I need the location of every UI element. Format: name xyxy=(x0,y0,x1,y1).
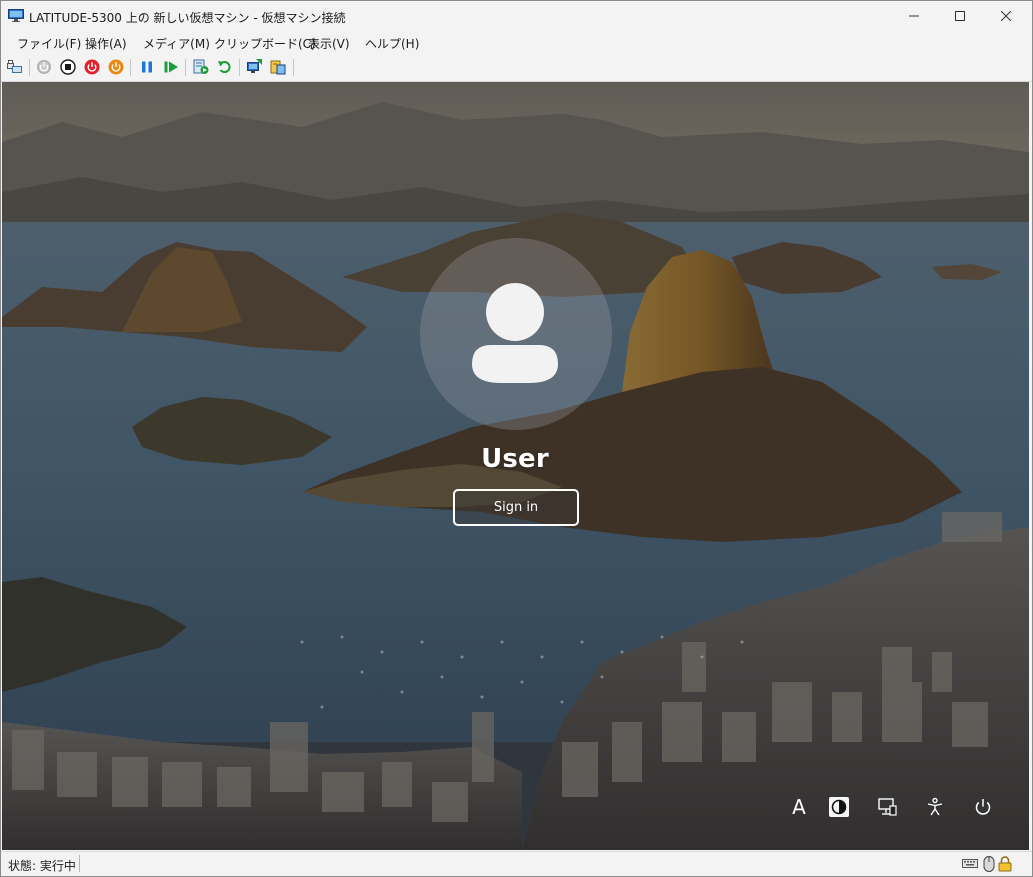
save-state-icon xyxy=(108,59,124,75)
maximize-button[interactable] xyxy=(937,1,983,31)
turn-off-icon xyxy=(60,59,76,75)
toolbar-separator xyxy=(239,59,240,76)
lock-icon xyxy=(998,856,1012,872)
checkpoint-button[interactable] xyxy=(193,59,209,75)
toolbar-separator xyxy=(293,59,294,76)
share-icon xyxy=(270,60,286,75)
power-button[interactable] xyxy=(970,794,996,820)
menu-file[interactable]: ファイル(F) xyxy=(17,35,81,52)
menu-help[interactable]: ヘルプ(H) xyxy=(365,35,419,52)
network-button[interactable] xyxy=(874,794,900,820)
toolbar-separator xyxy=(185,59,186,76)
mouse-icon xyxy=(983,856,995,872)
pause-button[interactable] xyxy=(139,59,155,75)
vm-connection-app-icon xyxy=(8,9,24,22)
enhanced-session-button[interactable] xyxy=(247,59,263,75)
enhanced-session-icon xyxy=(247,59,262,73)
language-button[interactable]: A xyxy=(786,794,812,820)
close-button[interactable] xyxy=(983,1,1029,31)
resume-button[interactable] xyxy=(163,59,179,75)
toolbar-separator xyxy=(130,59,131,76)
resume-icon xyxy=(164,61,178,73)
keyboard-icon xyxy=(962,859,978,868)
menu-view[interactable]: 表示(V) xyxy=(308,35,350,52)
window-title: LATITUDE-5300 上の 新しい仮想マシン - 仮想マシン接続 xyxy=(29,11,346,25)
share-button[interactable] xyxy=(270,59,286,75)
contrast-icon xyxy=(829,797,849,817)
network-icon xyxy=(878,798,897,816)
shut-down-button[interactable] xyxy=(84,59,100,75)
menu-action[interactable]: 操作(A) xyxy=(85,35,127,52)
toolbar-separator xyxy=(29,59,30,76)
ctrl-alt-del-button[interactable] xyxy=(7,59,23,75)
save-state-button[interactable] xyxy=(108,59,124,75)
status-bar: 状態: 実行中 xyxy=(1,851,1032,876)
language-icon: A xyxy=(792,795,806,819)
menu-bar: ファイル(F) 操作(A) メディア(M) クリップボード(C) 表示(V) ヘ… xyxy=(1,31,1032,53)
checkpoint-icon xyxy=(193,59,209,74)
username-label: User xyxy=(481,444,549,474)
status-separator xyxy=(79,855,80,872)
maximize-icon xyxy=(955,11,965,21)
power-icon xyxy=(975,799,991,815)
minimize-icon xyxy=(909,15,919,17)
close-icon xyxy=(1001,11,1011,21)
shut-down-icon xyxy=(84,59,100,75)
pause-icon xyxy=(142,61,152,73)
status-label: 状態: 実行中 xyxy=(8,859,76,873)
vm-display[interactable]: User Sign in A xyxy=(2,82,1029,850)
revert-button[interactable] xyxy=(217,59,233,75)
toolbar xyxy=(1,54,1032,82)
minimize-button[interactable] xyxy=(891,1,937,31)
user-icon xyxy=(472,283,558,383)
title-bar: LATITUDE-5300 上の 新しい仮想マシン - 仮想マシン接続 xyxy=(1,1,1032,31)
sign-in-button[interactable]: Sign in xyxy=(453,489,579,526)
start-icon xyxy=(37,60,51,74)
menu-clipboard[interactable]: クリップボード(C) xyxy=(214,35,316,52)
ctrl-alt-del-icon xyxy=(7,60,22,73)
vm-connection-window: LATITUDE-5300 上の 新しい仮想マシン - 仮想マシン接続 ファイル… xyxy=(0,0,1033,877)
contrast-button[interactable] xyxy=(826,794,852,820)
accessibility-button[interactable] xyxy=(922,794,948,820)
menu-media[interactable]: メディア(M) xyxy=(143,35,210,52)
start-button[interactable] xyxy=(36,59,52,75)
turn-off-button[interactable] xyxy=(60,59,76,75)
revert-icon xyxy=(218,61,231,74)
accessibility-icon xyxy=(927,797,943,816)
